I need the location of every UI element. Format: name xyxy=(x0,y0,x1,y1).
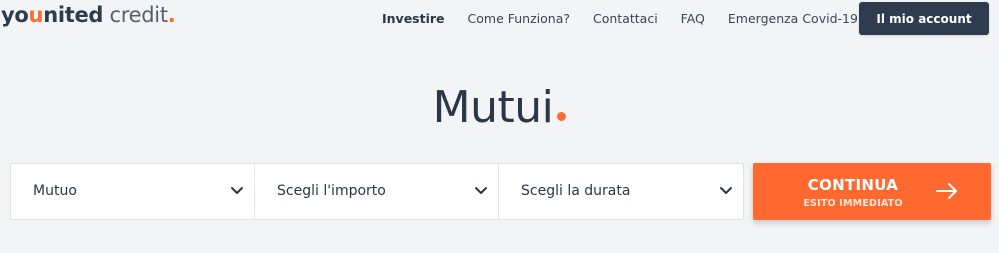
page-title: Mutui xyxy=(0,86,999,130)
page-title-text: Mutui xyxy=(432,82,554,133)
younited-credit-logo[interactable]: younited credit. xyxy=(1,3,176,27)
page: younited credit. Investire Come Funziona… xyxy=(0,0,999,253)
logo-text-nited: nited xyxy=(43,3,104,27)
loan-form: Mutuo Scegli l'importo Scegli la durata xyxy=(10,163,744,220)
continue-button-label: CONTINUA xyxy=(807,176,899,194)
nav-item-contattaci[interactable]: Contattaci xyxy=(593,11,658,26)
chevron-down-icon xyxy=(720,187,732,194)
logo-text-u: u xyxy=(28,3,44,27)
chevron-down-icon xyxy=(231,187,243,194)
account-button[interactable]: Il mio account xyxy=(859,2,989,35)
logo-text-credit: credit xyxy=(103,3,169,27)
logo-text-yo: yo xyxy=(1,3,29,27)
amount-select-value: Scegli l'importo xyxy=(277,183,386,199)
nav-item-faq[interactable]: FAQ xyxy=(681,11,705,26)
title-dot xyxy=(557,112,567,121)
logo-dot: . xyxy=(167,3,176,27)
continue-button[interactable]: CONTINUA ESITO IMMEDIATO xyxy=(753,163,991,220)
product-select-value: Mutuo xyxy=(33,183,77,199)
duration-select[interactable]: Scegli la durata xyxy=(499,164,743,219)
chevron-down-icon xyxy=(475,187,487,194)
arrow-right-icon xyxy=(936,183,957,199)
product-select[interactable]: Mutuo xyxy=(11,164,255,219)
nav-item-emergenza-covid[interactable]: Emergenza Covid-19 xyxy=(728,11,858,26)
continue-button-sublabel: ESITO IMMEDIATO xyxy=(803,198,903,209)
nav-item-investire[interactable]: Investire xyxy=(382,11,445,26)
nav-item-come-funziona[interactable]: Come Funziona? xyxy=(468,11,570,26)
amount-select[interactable]: Scegli l'importo xyxy=(255,164,499,219)
top-nav: Investire Come Funziona? Contattaci FAQ … xyxy=(382,11,858,26)
duration-select-value: Scegli la durata xyxy=(521,183,631,199)
